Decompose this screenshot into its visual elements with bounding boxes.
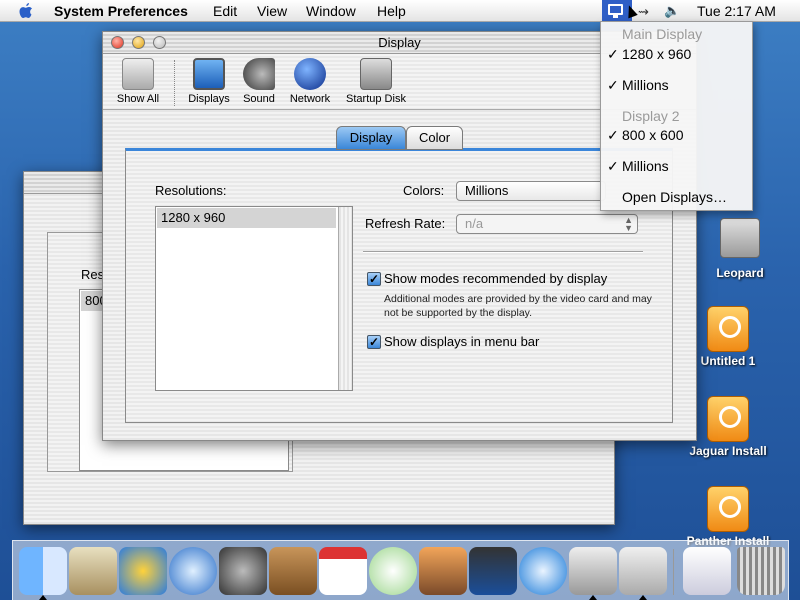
toolbar-network[interactable]: Network	[284, 58, 336, 105]
mail-icon[interactable]	[69, 547, 117, 595]
ichat-icon[interactable]	[119, 547, 167, 595]
running-indicator	[589, 595, 597, 600]
resolutions-list[interactable]: 1280 x 960	[155, 206, 353, 391]
display-2-resolution-item[interactable]: ✓ 800 x 600	[601, 127, 752, 147]
menu-view[interactable]: View	[257, 3, 287, 19]
apple-menu-icon[interactable]	[18, 2, 34, 19]
toolbar-show-all[interactable]: Show All	[112, 58, 164, 105]
tab-display[interactable]: Display	[336, 126, 406, 150]
minimize-button[interactable]	[132, 36, 145, 49]
ical-icon[interactable]	[319, 547, 367, 595]
toolbar-divider	[174, 60, 175, 106]
dock	[12, 540, 789, 600]
checkmark-icon: ✓	[607, 158, 619, 174]
menu-clock[interactable]: Tue 2:17 AM	[697, 3, 776, 19]
separator	[363, 251, 643, 253]
menu-window[interactable]: Window	[306, 3, 356, 19]
dock-divider	[673, 549, 674, 595]
desktop-disk-panther[interactable]: Panther Install	[678, 486, 778, 548]
close-button[interactable]	[111, 36, 124, 49]
volume-icon[interactable]: 🔈	[664, 3, 680, 19]
app-menu[interactable]: System Preferences	[54, 3, 188, 19]
menu-bar: System Preferences Edit View Window Help…	[0, 0, 800, 22]
running-indicator	[639, 595, 647, 600]
imovie-icon[interactable]	[469, 547, 517, 595]
show-all-icon	[122, 58, 154, 90]
safari-icon[interactable]	[169, 547, 217, 595]
firewire-disk-icon	[707, 486, 749, 532]
firewire-disk-icon	[707, 306, 749, 352]
system-preferences-icon[interactable]	[569, 547, 617, 595]
recommended-modes-checkbox[interactable]: ✓	[367, 272, 381, 286]
checkmark-icon: ✓	[607, 77, 619, 93]
display-panel: Resolutions: 1280 x 960 Colors: Millions…	[125, 148, 673, 423]
refresh-rate-popup: n/a ▲ ▼	[456, 214, 638, 234]
resolution-row[interactable]: 1280 x 960	[157, 208, 336, 228]
main-resolution-item[interactable]: ✓ 1280 x 960	[601, 46, 752, 66]
refresh-rate-label: Refresh Rate:	[365, 216, 446, 231]
show-in-menubar-label[interactable]: Show displays in menu bar	[384, 334, 539, 349]
main-colors-item[interactable]: ✓ Millions	[601, 77, 752, 97]
running-indicator	[39, 595, 47, 600]
colors-label: Colors:	[403, 183, 445, 198]
minimized-window-icon[interactable]	[683, 547, 731, 595]
main-display-header: Main Display	[622, 26, 703, 42]
firewire-disk-icon	[707, 396, 749, 442]
popup-arrows-icon: ▲ ▼	[624, 215, 633, 233]
recommended-modes-label[interactable]: Show modes recommended by display	[384, 271, 607, 286]
display-2-colors-item[interactable]: ✓ Millions	[601, 158, 752, 178]
trash-icon[interactable]	[737, 547, 785, 595]
sherlock-icon[interactable]	[219, 547, 267, 595]
checkmark-icon: ✓	[607, 127, 619, 143]
checkmark-icon: ✓	[607, 46, 619, 62]
iphoto-icon[interactable]	[419, 547, 467, 595]
desktop-disk-untitled[interactable]: Untitled 1	[688, 306, 768, 368]
zoom-button[interactable]	[153, 36, 166, 49]
desktop-disk-leopard[interactable]: Leopard	[700, 218, 780, 280]
toolbar-startup-disk[interactable]: Startup Disk	[341, 58, 411, 105]
menu-help[interactable]: Help	[377, 3, 406, 19]
finder-icon[interactable]	[19, 547, 67, 595]
speaker-icon	[243, 58, 275, 90]
startup-disk-icon	[360, 58, 392, 90]
utility-icon[interactable]	[619, 547, 667, 595]
toolbar-displays[interactable]: Displays	[184, 58, 234, 105]
background-resolutions-label: Res	[81, 267, 105, 282]
displays-icon	[193, 58, 225, 90]
address-book-icon[interactable]	[269, 547, 317, 595]
show-in-menubar-checkbox[interactable]: ✓	[367, 335, 381, 349]
menu-edit[interactable]: Edit	[213, 3, 237, 19]
quicktime-icon[interactable]	[519, 547, 567, 595]
displays-dropdown-menu: Main Display ✓ 1280 x 960 ✓ Millions Displ…	[600, 21, 753, 211]
open-displays-item[interactable]: Open Displays…	[601, 189, 752, 209]
window-title: Display	[378, 35, 421, 50]
list-scrollbar[interactable]	[338, 207, 352, 390]
hard-disk-icon	[720, 218, 760, 258]
sync-icon[interactable]: ⇝	[638, 4, 649, 20]
recommended-modes-note: Additional modes are provided by the vid…	[384, 293, 652, 319]
tab-color[interactable]: Color	[406, 126, 463, 150]
toolbar-sound[interactable]: Sound	[238, 58, 280, 105]
colors-popup[interactable]: Millions	[456, 181, 606, 201]
resolutions-label: Resolutions:	[155, 183, 227, 198]
itunes-icon[interactable]	[369, 547, 417, 595]
globe-icon	[294, 58, 326, 90]
display-2-header: Display 2	[622, 108, 680, 124]
